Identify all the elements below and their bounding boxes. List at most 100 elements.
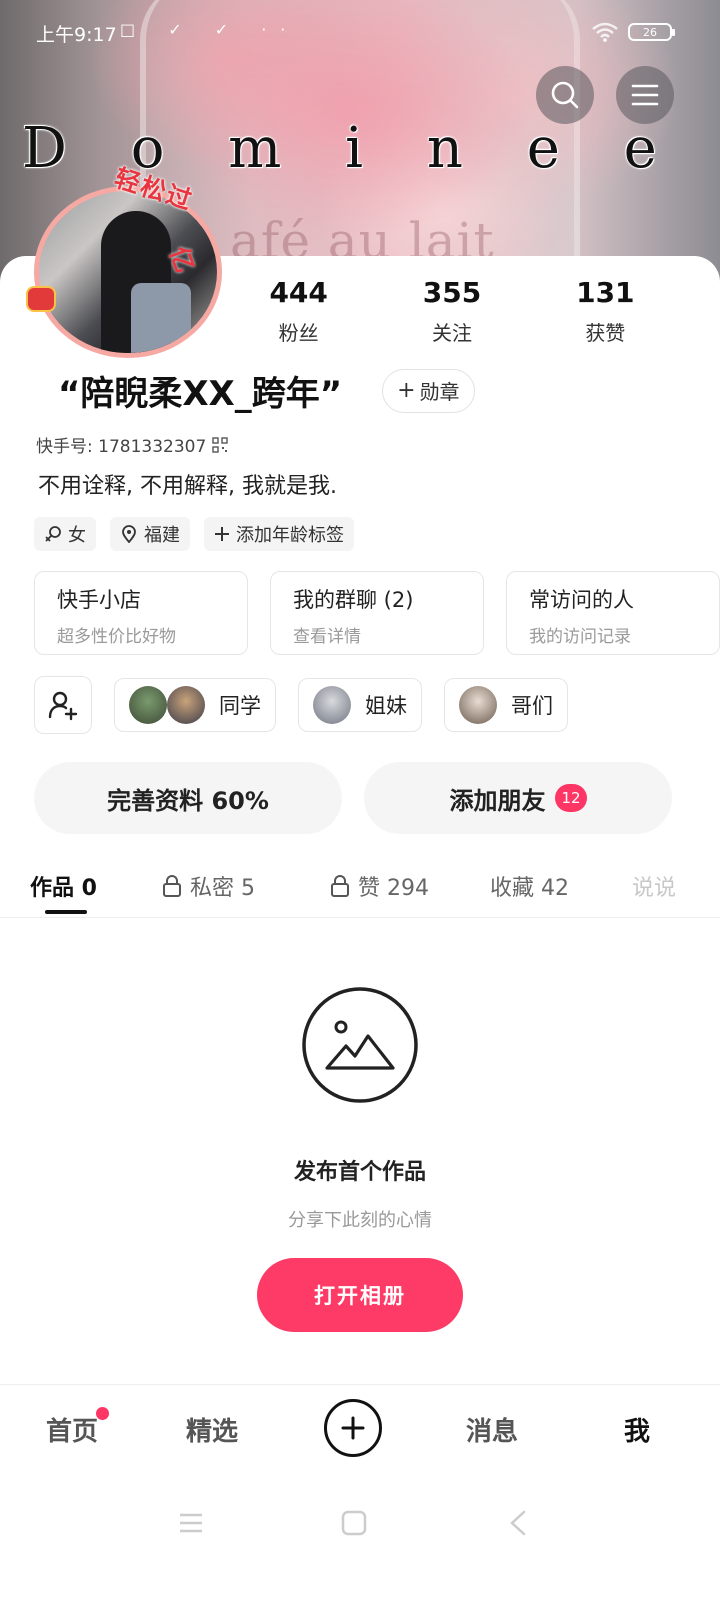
- tag-gender[interactable]: 女: [34, 517, 96, 551]
- tab-label: 作品 0: [30, 876, 97, 901]
- box-subtitle: 超多性价比好物: [57, 627, 176, 647]
- open-album-button[interactable]: 打开相册: [257, 1258, 463, 1332]
- stat-label: 粉丝: [278, 321, 319, 345]
- tab-label: 赞 294: [358, 876, 429, 901]
- add-friend-button[interactable]: [34, 676, 92, 734]
- empty-state-subtitle: 分享下此刻的心情: [288, 1210, 432, 1231]
- create-button[interactable]: [324, 1399, 382, 1457]
- avatar: [459, 686, 497, 724]
- tag-label: 添加年龄标签: [236, 525, 344, 546]
- box-title: 常访问的人: [529, 588, 634, 612]
- shop-box[interactable]: 快手小店 超多性价比好物: [34, 571, 248, 655]
- box-title: 我的群聊 (2): [293, 588, 414, 612]
- stat-value: 355: [422, 276, 482, 309]
- open-album-label: 打开相册: [314, 1284, 406, 1308]
- nav-label: 首页: [46, 1417, 99, 1447]
- notification-icons: □ ✓ ✓ ··: [120, 20, 300, 39]
- stat-value: 131: [576, 276, 635, 309]
- home-nav-icon[interactable]: [341, 1510, 367, 1536]
- back-nav-icon[interactable]: [508, 1510, 528, 1536]
- medal-label: 勋章: [419, 380, 460, 404]
- profile-bio: 不用诠释, 不用解释, 我就是我.: [38, 474, 337, 499]
- group-brothers[interactable]: 哥们: [444, 678, 568, 732]
- visitors-box[interactable]: 常访问的人 我的访问记录: [506, 571, 720, 655]
- user-id-row[interactable]: 快手号: 1781332307: [36, 432, 228, 457]
- nav-label: 精选: [186, 1417, 239, 1447]
- stat-label: 关注: [431, 321, 472, 345]
- bottom-nav: 首页 精选 消息 我: [0, 1384, 720, 1480]
- system-navigation-bar: [0, 1490, 720, 1600]
- status-time: 上午9:17: [36, 24, 117, 46]
- tab-label: 收藏 42: [490, 876, 569, 901]
- nav-label: 我: [624, 1417, 651, 1447]
- tag-add-age[interactable]: 添加年龄标签: [204, 517, 354, 551]
- tab-label: 说说: [632, 876, 677, 901]
- group-chat-box[interactable]: 我的群聊 (2) 查看详情: [270, 571, 484, 655]
- battery-level: 26: [643, 25, 657, 39]
- nav-home[interactable]: 首页: [46, 1411, 98, 1448]
- hamburger-icon: [631, 84, 659, 106]
- profile-tags: 女 福建 添加年龄标签: [34, 517, 354, 551]
- avatar: [313, 686, 351, 724]
- name-row: “陪睨柔XX_跨年” + 勋章: [58, 366, 475, 415]
- tag-label: 福建: [144, 525, 180, 546]
- stat-likes[interactable]: 131 获赞: [529, 276, 682, 346]
- tab-private[interactable]: 私密 5: [162, 870, 255, 902]
- notification-dot: [96, 1407, 109, 1420]
- complete-profile-button[interactable]: 完善资料 60%: [34, 762, 342, 834]
- avatar: [167, 686, 205, 724]
- profile-actions: 完善资料 60% 添加朋友 12: [34, 762, 672, 834]
- stat-following[interactable]: 355 关注: [375, 276, 528, 346]
- notification-badge: 12: [555, 784, 587, 812]
- status-right: 26: [592, 22, 675, 42]
- group-label: 姐妹: [365, 694, 407, 718]
- box-title: 快手小店: [57, 588, 141, 612]
- tag-label: 女: [68, 525, 86, 546]
- plus-icon: +: [397, 378, 416, 403]
- menu-nav-icon[interactable]: [178, 1512, 204, 1534]
- empty-state: 发布首个作品 分享下此刻的心情 打开相册: [0, 986, 720, 1332]
- tab-works[interactable]: 作品 0: [30, 870, 97, 902]
- avatar: [129, 686, 167, 724]
- feature-boxes: 快手小店 超多性价比好物 我的群聊 (2) 查看详情 常访问的人 我的访问记录: [34, 571, 720, 655]
- box-subtitle: 查看详情: [293, 627, 361, 647]
- stat-value: 444: [269, 276, 328, 309]
- female-icon: [45, 526, 61, 542]
- lock-icon: [163, 875, 181, 897]
- lock-icon: [331, 875, 349, 897]
- tag-location[interactable]: 福建: [110, 517, 190, 551]
- nav-messages[interactable]: 消息: [466, 1411, 518, 1448]
- avatar-image: [34, 186, 222, 358]
- stats-row: 444 粉丝 355 关注 131 获赞: [222, 276, 682, 346]
- friend-groups: 同学 姐妹 哥们: [34, 676, 568, 734]
- add-user-icon: [48, 691, 78, 721]
- stat-followers[interactable]: 444 粉丝: [222, 276, 375, 346]
- empty-state-title: 发布首个作品: [293, 1160, 426, 1185]
- add-medal-button[interactable]: + 勋章: [382, 368, 475, 413]
- location-icon: [122, 525, 136, 543]
- tab-favorites[interactable]: 收藏 42: [490, 870, 569, 902]
- search-button[interactable]: [536, 66, 594, 124]
- nav-label: 消息: [466, 1417, 519, 1447]
- group-sisters[interactable]: 姐妹: [298, 678, 422, 732]
- nav-featured[interactable]: 精选: [186, 1411, 238, 1448]
- nav-me[interactable]: 我: [624, 1411, 650, 1448]
- status-bar: 上午9:17 □ ✓ ✓ ·· 26: [0, 0, 720, 66]
- content-tabs: 作品 0 私密 5 赞 294 收藏 42 说说: [0, 862, 720, 918]
- tab-liked[interactable]: 赞 294: [330, 870, 429, 902]
- group-classmates[interactable]: 同学: [114, 678, 276, 732]
- image-placeholder-icon: [302, 987, 418, 1103]
- add-friends-button[interactable]: 添加朋友 12: [364, 762, 672, 834]
- avatar[interactable]: 轻松过 亿: [26, 163, 222, 358]
- menu-button[interactable]: [616, 66, 674, 124]
- battery-icon: 26: [628, 23, 675, 41]
- box-subtitle: 我的访问记录: [529, 627, 631, 647]
- active-tab-indicator: [45, 910, 87, 914]
- tab-posts[interactable]: 说说: [632, 870, 676, 902]
- profile-name: “陪睨柔XX_跨年”: [58, 374, 343, 414]
- user-id: 快手号: 1781332307: [36, 437, 207, 457]
- plus-icon: [341, 1416, 365, 1440]
- complete-profile-label: 完善资料 60%: [107, 786, 269, 815]
- red-pouch-icon: [26, 286, 56, 312]
- wifi-icon: [592, 22, 618, 42]
